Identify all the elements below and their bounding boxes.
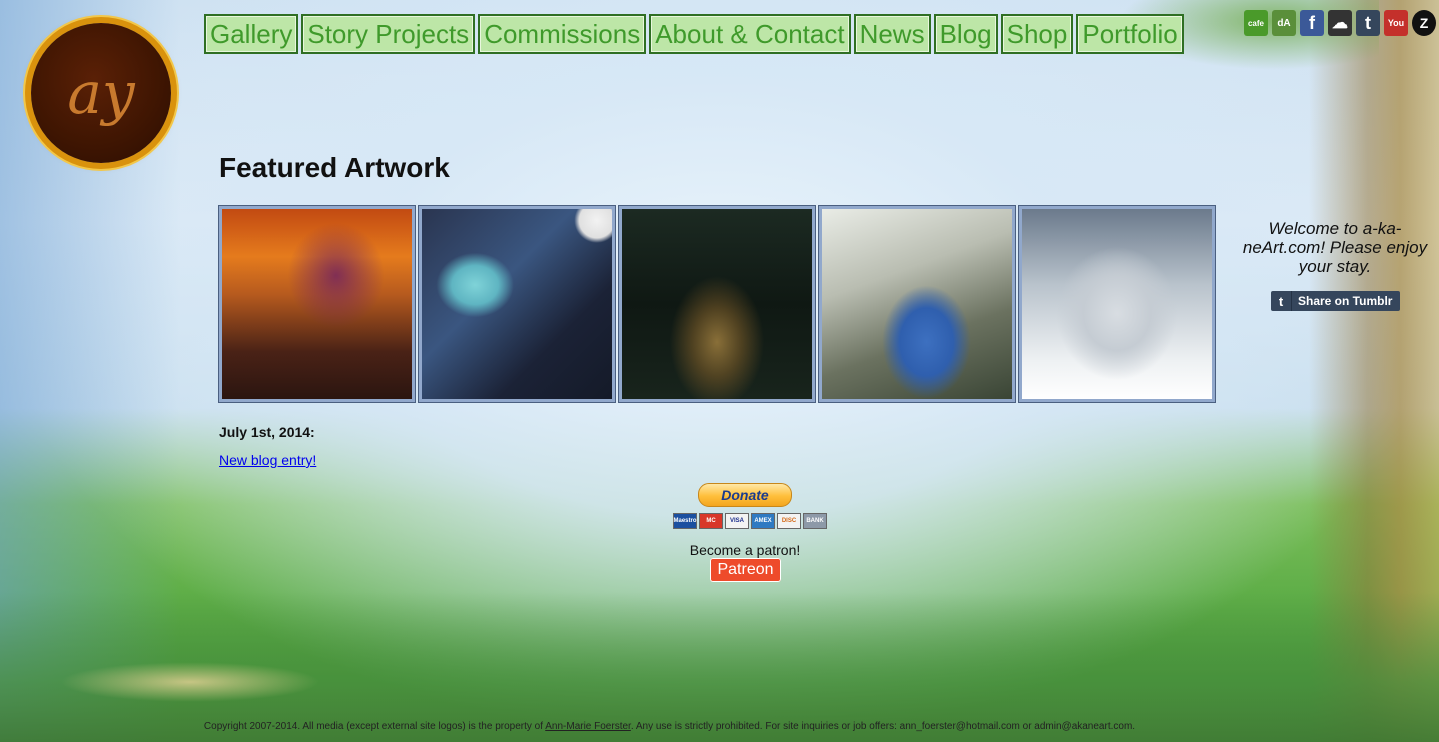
tumblr-icon[interactable]: t (1356, 10, 1380, 36)
nav-label: Gallery (210, 19, 293, 49)
copyright-text: Copyright 2007-2014. All media (except e… (203, 721, 546, 732)
owner-link[interactable]: Ann-Marie Foerster (545, 721, 631, 732)
nav-about-contact[interactable]: About & Contact (649, 14, 851, 54)
soundcloud-icon[interactable]: ☁ (1328, 10, 1352, 36)
main-nav: Gallery Story Projects Commissions About… (204, 14, 1184, 54)
z-icon[interactable]: Z (1412, 10, 1436, 36)
artwork-thumbnail[interactable] (419, 206, 615, 402)
tumblr-icon: t (1271, 291, 1292, 311)
featured-artwork-title: Featured Artwork (219, 152, 450, 183)
nav-label: News (859, 19, 925, 49)
maestro-card-icon: Maestro (673, 513, 697, 529)
nav-story-projects[interactable]: Story Projects (301, 14, 476, 54)
nav-news[interactable]: News (853, 14, 931, 54)
facebook-icon[interactable]: f (1300, 10, 1324, 36)
footer-copyright: Copyright 2007-2014. All media (except e… (0, 721, 1339, 732)
artwork-thumbnail[interactable] (619, 206, 815, 402)
artwork-thumbnail[interactable] (1019, 206, 1215, 402)
nav-shop[interactable]: Shop (1000, 14, 1074, 54)
welcome-message: Welcome to a-ka-neArt.com! Please enjoy … (1242, 219, 1428, 276)
nav-label: Shop (1006, 19, 1068, 49)
social-links: cafe dA f ☁ t You Z (1244, 10, 1436, 36)
featured-gallery (219, 206, 1215, 402)
become-patron-text: Become a patron! (689, 542, 801, 558)
logo-mark: ay (67, 59, 135, 127)
artwork-thumbnail[interactable] (219, 206, 415, 402)
paypal-donate-button[interactable]: Donate (698, 483, 792, 507)
payment-cards: Maestro MC VISA AMEX DISC BANK (673, 513, 827, 529)
nav-label: Story Projects (307, 19, 470, 49)
nav-label: Blog (939, 19, 992, 49)
news-blog-link[interactable]: New blog entry! (219, 452, 316, 468)
cafepress-icon[interactable]: cafe (1244, 10, 1268, 36)
nav-commissions[interactable]: Commissions (478, 14, 647, 54)
deviantart-icon[interactable]: dA (1272, 10, 1296, 36)
youtube-icon[interactable]: You (1384, 10, 1408, 36)
artwork-thumbnail[interactable] (819, 206, 1015, 402)
share-label: Share on Tumblr (1298, 294, 1393, 308)
background-path (60, 662, 320, 702)
discover-card-icon: DISC (777, 513, 801, 529)
nav-label: Commissions (484, 19, 641, 49)
share-on-tumblr-button[interactable]: t Share on Tumblr (1271, 291, 1400, 311)
visa-card-icon: VISA (725, 513, 749, 529)
bank-icon: BANK (803, 513, 827, 529)
copyright-text-tail: . Any use is strictly prohibited. For si… (630, 721, 1136, 732)
nav-label: About & Contact (655, 19, 845, 49)
amex-card-icon: AMEX (751, 513, 775, 529)
site-logo[interactable]: ay (31, 23, 171, 163)
mastercard-icon: MC (699, 513, 723, 529)
nav-portfolio[interactable]: Portfolio (1076, 14, 1184, 54)
nav-gallery[interactable]: Gallery (204, 14, 299, 54)
patreon-button[interactable]: Patreon (710, 558, 781, 582)
nav-blog[interactable]: Blog (933, 14, 998, 54)
news-date: July 1st, 2014: (219, 424, 315, 440)
nav-label: Portfolio (1082, 19, 1178, 49)
